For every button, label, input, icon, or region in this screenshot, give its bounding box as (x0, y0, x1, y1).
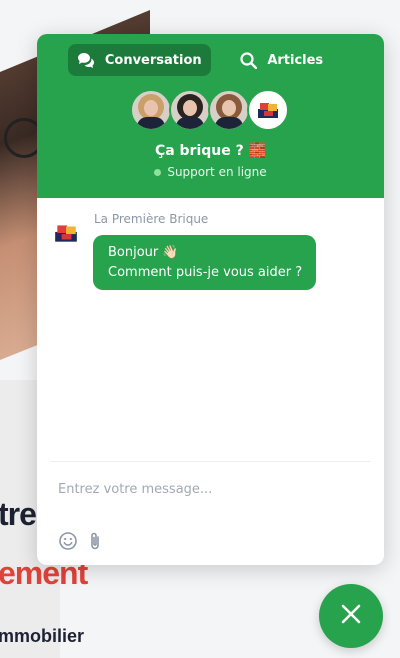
message-bubble: Bonjour 👋🏻 Comment puis-je vous aider ? (93, 235, 317, 290)
status-label: Support en ligne (167, 165, 267, 179)
message-input[interactable] (58, 482, 358, 497)
online-status: Support en ligne (37, 165, 384, 179)
team-name: Ça brique ? 🧱 (154, 143, 267, 159)
chat-tabs: Conversation Articles (68, 44, 353, 76)
avatar (207, 89, 250, 131)
tab-conversation-label: Conversation (104, 52, 202, 68)
close-icon (340, 603, 362, 629)
online-dot-icon (154, 168, 162, 176)
brand-logo-avatar (246, 89, 289, 131)
chat-widget: Conversation Articles Ça brique ? 🧱 Supp… (37, 34, 384, 565)
message-line: Bonjour 👋🏻 (108, 245, 179, 260)
message-composer (50, 461, 371, 565)
paperclip-icon[interactable] (88, 531, 102, 555)
team-avatars (37, 89, 384, 131)
hero-tagline: mmobilier (0, 626, 85, 646)
brick-logo-icon (55, 225, 77, 242)
chat-header: Conversation Articles Ça brique ? 🧱 Supp… (37, 34, 384, 198)
message-line: Comment puis-je vous aider ? (108, 265, 303, 280)
message-sender: La Première Brique (94, 212, 209, 226)
avatar (129, 89, 172, 131)
tab-articles-label: Articles (267, 52, 324, 68)
close-chat-button[interactable] (319, 584, 383, 648)
avatar (168, 89, 211, 131)
chat-bubbles-icon (77, 52, 95, 68)
tab-conversation[interactable]: Conversation (68, 44, 211, 76)
message-list: La Première Brique Bonjour 👋🏻 Comment pu… (37, 198, 384, 462)
brick-logo-icon (257, 103, 278, 118)
emoji-icon[interactable] (58, 531, 78, 555)
search-icon (240, 51, 258, 69)
tab-articles[interactable]: Articles (211, 44, 354, 76)
hero-title: tre (0, 496, 37, 532)
